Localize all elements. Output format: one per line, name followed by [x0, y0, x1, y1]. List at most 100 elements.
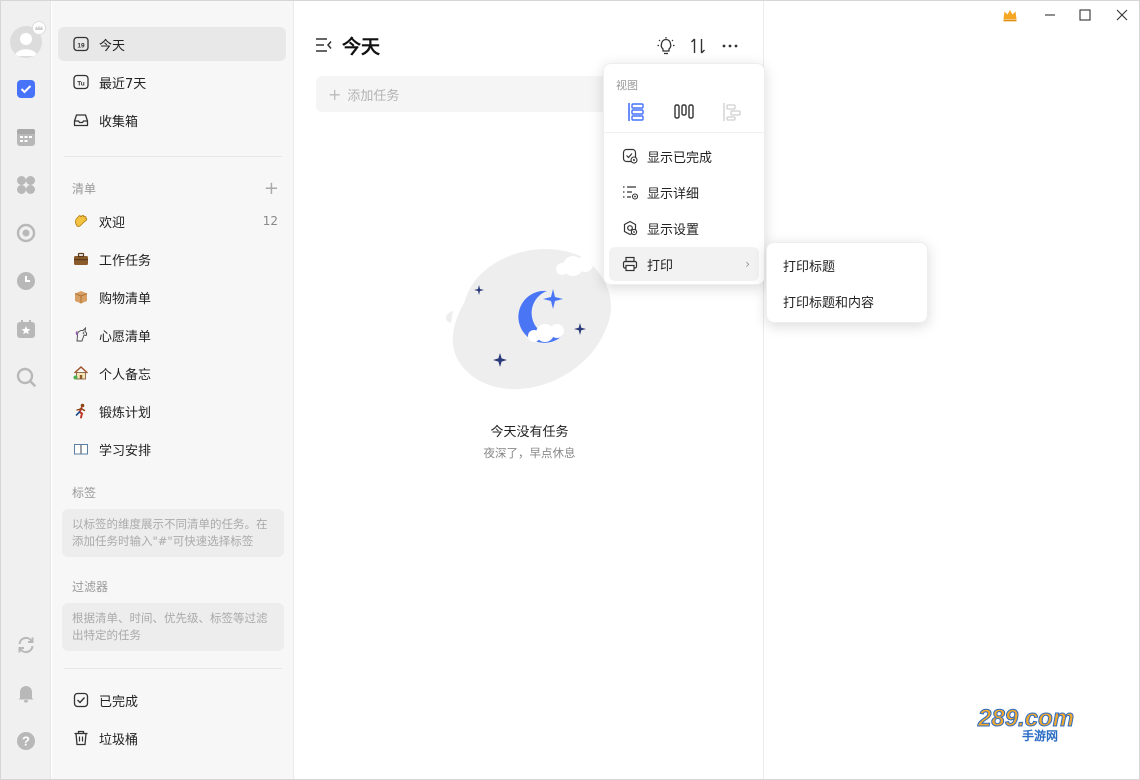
sidebar-list-memo[interactable]: 个人备忘 — [58, 356, 286, 390]
sidebar-item-label: 心愿清单 — [99, 329, 152, 345]
menu-toggle-icon[interactable] — [315, 37, 333, 53]
sidebar-item-label: 学习安排 — [99, 443, 152, 459]
menu-item-label: 显示设置 — [647, 222, 700, 238]
page-title: 今天 — [342, 36, 381, 58]
timeline-view-icon[interactable] — [720, 101, 744, 123]
show-details-icon — [622, 184, 638, 200]
menu-item-show-completed[interactable]: 显示已完成 — [609, 139, 759, 173]
sidebar-item-label: 欢迎 — [99, 215, 126, 231]
package-icon — [72, 288, 90, 306]
inbox-icon — [72, 111, 90, 129]
calendar-tu-icon: Tu — [72, 73, 90, 91]
sync-icon[interactable] — [13, 632, 39, 658]
filters-section-title: 过滤器 — [72, 580, 109, 594]
menu-item-label: 显示详细 — [647, 186, 700, 202]
menu-item-print[interactable]: 打印 › — [609, 247, 759, 281]
sidebar-list-welcome[interactable]: 欢迎 12 — [58, 204, 286, 238]
minimize-icon[interactable] — [1038, 4, 1062, 26]
check-icon[interactable] — [13, 76, 39, 102]
crown-icon[interactable] — [998, 4, 1022, 26]
clock-icon[interactable] — [13, 268, 39, 294]
divider — [64, 156, 282, 157]
sidebar-item-label: 购物清单 — [99, 291, 152, 307]
unicorn-icon — [72, 326, 90, 344]
sidebar-item-label: 收集箱 — [99, 114, 139, 130]
checkbox-icon — [72, 691, 90, 709]
sidebar-item-label: 工作任务 — [99, 253, 152, 269]
sidebar-list-study[interactable]: 学习安排 — [58, 432, 286, 466]
sidebar-item-label: 已完成 — [99, 694, 139, 710]
sidebar-item-label: 垃圾桶 — [99, 732, 139, 748]
empty-title: 今天没有任务 — [490, 425, 569, 440]
list-view-icon[interactable] — [624, 101, 648, 123]
focus-icon[interactable] — [13, 220, 39, 246]
print-icon — [622, 256, 638, 272]
sidebar-item-label: 个人备忘 — [99, 367, 152, 383]
menu-item-label: 显示已完成 — [647, 150, 713, 166]
calendar-19-icon: 19 — [72, 35, 90, 53]
show-completed-icon — [622, 148, 638, 164]
calendar-icon[interactable] — [13, 124, 39, 150]
more-icon[interactable] — [719, 35, 741, 57]
kanban-view-icon[interactable] — [672, 101, 696, 123]
lightbulb-icon[interactable] — [655, 35, 677, 57]
runner-icon — [72, 402, 90, 420]
grid-icon[interactable] — [13, 172, 39, 198]
menu-item-label: 打印 — [647, 258, 674, 274]
sidebar-item-completed[interactable]: 已完成 — [58, 683, 286, 717]
sidebar-item-trash[interactable]: 垃圾桶 — [58, 721, 286, 755]
waving-hand-icon — [72, 212, 90, 230]
close-icon[interactable] — [1110, 4, 1134, 26]
briefcase-icon — [72, 250, 90, 268]
svg-text:19: 19 — [77, 43, 85, 50]
habit-icon[interactable] — [13, 316, 39, 342]
divider — [604, 132, 764, 133]
bell-icon[interactable] — [13, 680, 39, 706]
menu-item-display-settings[interactable]: 显示设置 — [609, 211, 759, 245]
empty-subtitle: 夜深了，早点休息 — [483, 446, 576, 460]
book-icon — [72, 440, 90, 458]
view-section-title: 视图 — [616, 79, 638, 92]
add-list-button[interactable]: + — [264, 180, 279, 198]
lists-section-title: 清单 — [72, 182, 97, 196]
help-icon[interactable]: ? — [13, 728, 39, 754]
sidebar-list-shopping[interactable]: 购物清单 — [58, 280, 286, 314]
sort-icon[interactable] — [687, 35, 709, 57]
chevron-right-icon: › — [745, 257, 750, 271]
display-settings-icon — [622, 220, 638, 236]
sidebar: 19 今天 Tu 最近7天 收集箱 清单 + 欢迎 12 工作任务 购物清单 心… — [52, 1, 294, 779]
submenu-item-print-title[interactable]: 打印标题 — [783, 256, 835, 275]
svg-text:Tu: Tu — [77, 81, 84, 88]
sidebar-item-label: 今天 — [99, 38, 126, 54]
watermark-logo: 289.com 手游网 — [977, 705, 1075, 743]
print-submenu: 打印标题 打印标题和内容 — [766, 242, 928, 323]
sidebar-list-work[interactable]: 工作任务 — [58, 242, 286, 276]
sidebar-item-label: 最近7天 — [99, 76, 147, 92]
task-count: 12 — [262, 214, 278, 228]
sidebar-item-label: 锻炼计划 — [99, 405, 152, 421]
submenu-item-print-title-content[interactable]: 打印标题和内容 — [783, 292, 874, 311]
svg-text:289.com: 289.com — [977, 705, 1074, 732]
divider — [64, 668, 282, 669]
left-rail: ? — [1, 1, 51, 779]
house-icon — [72, 364, 90, 382]
tags-hint: 以标签的维度展示不同清单的任务。在添加任务时输入"#"可快速选择标签 — [62, 509, 284, 557]
sidebar-list-exercise[interactable]: 锻炼计划 — [58, 394, 286, 428]
tags-section-title: 标签 — [72, 486, 97, 500]
more-menu-dropdown: 视图 显示已完成 显示详细 显示设置 打印 › — [603, 63, 765, 285]
search-icon[interactable] — [13, 364, 39, 390]
sidebar-item-today[interactable]: 19 今天 — [58, 27, 286, 61]
filters-hint: 根据清单、时间、优先级、标签等过滤出特定的任务 — [62, 603, 284, 651]
menu-item-show-details[interactable]: 显示详细 — [609, 175, 759, 209]
svg-text:?: ? — [22, 734, 30, 749]
pro-badge-icon — [32, 21, 46, 35]
plus-icon: + — [328, 84, 342, 104]
svg-text:手游网: 手游网 — [1022, 728, 1058, 742]
empty-night-illustration — [445, 248, 611, 390]
trash-icon — [72, 729, 90, 747]
sidebar-list-wishlist[interactable]: 心愿清单 — [58, 318, 286, 352]
sidebar-item-next7days[interactable]: Tu 最近7天 — [58, 65, 286, 99]
sidebar-item-inbox[interactable]: 收集箱 — [58, 103, 286, 137]
maximize-icon[interactable] — [1073, 4, 1097, 26]
add-task-placeholder: 添加任务 — [347, 88, 400, 104]
